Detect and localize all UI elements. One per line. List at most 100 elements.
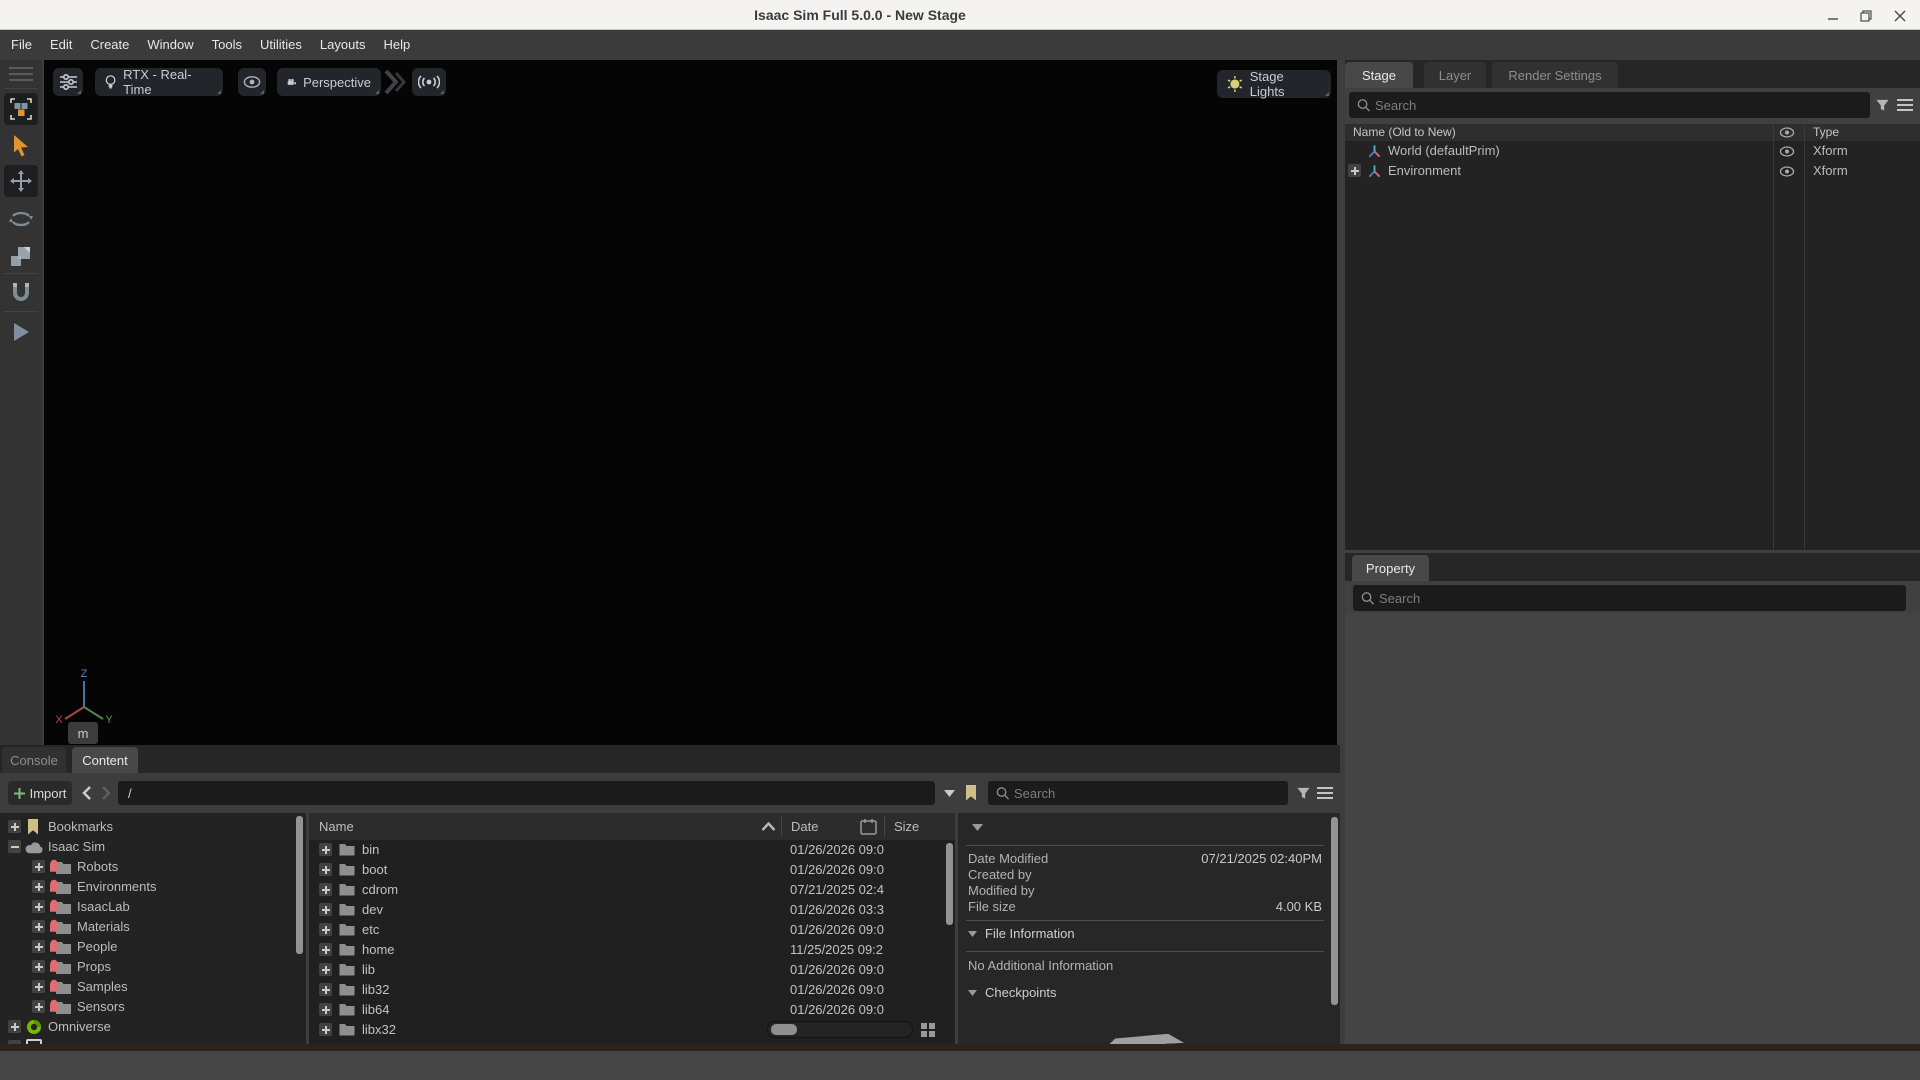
file-row-boot[interactable]: boot 01/26/2026 09:0 <box>309 860 955 880</box>
collapse-chevron-icon[interactable] <box>972 824 983 831</box>
forward-button[interactable] <box>98 783 114 803</box>
tab-content[interactable]: Content <box>72 747 138 773</box>
file-row-etc[interactable]: etc 01/26/2026 09:0 <box>309 920 955 940</box>
stage-options-button[interactable] <box>1896 96 1914 114</box>
minimize-button[interactable] <box>1823 8 1843 23</box>
checkpoints-section-header[interactable]: Checkpoints <box>968 985 1057 1000</box>
tree-item-materials[interactable]: Materials <box>0 917 306 937</box>
tree-item-people[interactable]: People <box>0 937 306 957</box>
file-row-cdrom[interactable]: cdrom 07/21/2025 02:4 <box>309 880 955 900</box>
tab-console[interactable]: Console <box>2 747 66 773</box>
units-button[interactable]: m <box>68 722 98 744</box>
tab-stage[interactable]: Stage <box>1345 62 1413 88</box>
prim-name[interactable]: World (defaultPrim) <box>1388 141 1500 161</box>
expand-icon[interactable] <box>32 1000 45 1013</box>
tree-item-environments[interactable]: Environments <box>0 877 306 897</box>
stage-row-world[interactable]: World (defaultPrim) Xform <box>1345 141 1920 161</box>
audio-button[interactable] <box>412 68 446 96</box>
tree-scrollbar[interactable] <box>296 816 303 954</box>
axis-gizmo[interactable]: Z X Y <box>54 668 114 724</box>
tab-property[interactable]: Property <box>1352 555 1429 581</box>
tree-item-partial[interactable] <box>0 1037 306 1044</box>
visibility-eye-icon[interactable] <box>1779 146 1795 157</box>
stage-filter-button[interactable] <box>1873 96 1891 114</box>
maximize-button[interactable] <box>1856 8 1876 23</box>
menu-utilities[interactable]: Utilities <box>251 30 311 60</box>
file-information-section-header[interactable]: File Information <box>968 926 1075 941</box>
tree-item-isaac-sim[interactable]: Isaac Sim <box>0 837 306 857</box>
close-button[interactable] <box>1890 8 1910 23</box>
expand-icon[interactable] <box>32 940 45 953</box>
viewport[interactable]: RTX - Real-Time Perspective <box>44 60 1337 745</box>
expand-icon[interactable] <box>319 903 332 916</box>
tree-item-bookmarks[interactable]: Bookmarks <box>0 817 306 837</box>
column-name[interactable]: Name <box>319 813 354 840</box>
tree-item-samples[interactable]: Samples <box>0 977 306 997</box>
details-scrollbar[interactable] <box>1331 817 1338 1005</box>
path-field[interactable] <box>118 781 935 805</box>
bookmark-button[interactable] <box>963 782 978 804</box>
stage-search-input[interactable] <box>1375 92 1866 118</box>
expand-icon[interactable] <box>32 880 45 893</box>
expand-icon[interactable] <box>8 820 21 833</box>
expand-icon[interactable] <box>32 960 45 973</box>
expand-icon[interactable] <box>319 883 332 896</box>
file-row-lib[interactable]: lib 01/26/2026 09:0 <box>309 960 955 980</box>
column-divider[interactable] <box>1804 124 1805 550</box>
content-search[interactable] <box>988 781 1288 805</box>
tree-item-sensors[interactable]: Sensors <box>0 997 306 1017</box>
prim-name[interactable]: Environment <box>1388 161 1461 181</box>
horizontal-scrollbar-thumb[interactable] <box>771 1024 797 1035</box>
snap-tool-button[interactable] <box>4 276 38 308</box>
menu-tools[interactable]: Tools <box>203 30 251 60</box>
menu-file[interactable]: File <box>2 30 41 60</box>
viewport-settings-button[interactable] <box>53 68 83 96</box>
property-search[interactable] <box>1353 585 1906 611</box>
expand-icon[interactable] <box>319 923 332 936</box>
file-row-lib32[interactable]: lib32 01/26/2026 09:0 <box>309 980 955 1000</box>
menu-layouts[interactable]: Layouts <box>311 30 375 60</box>
import-button[interactable]: Import <box>8 781 72 805</box>
visibility-eye-icon[interactable] <box>1779 166 1795 177</box>
path-input[interactable] <box>128 781 931 805</box>
file-row-home[interactable]: home 11/25/2025 09:2 <box>309 940 955 960</box>
tree-item-isaaclab[interactable]: IsaacLab <box>0 897 306 917</box>
scale-tool-button[interactable] <box>4 240 38 272</box>
path-dropdown-button[interactable] <box>941 783 958 803</box>
expand-icon[interactable] <box>32 980 45 993</box>
menu-window[interactable]: Window <box>138 30 202 60</box>
tree-item-props[interactable]: Props <box>0 957 306 977</box>
rotate-tool-button[interactable] <box>4 203 38 235</box>
column-divider[interactable] <box>1773 124 1774 550</box>
file-row-dev[interactable]: dev 01/26/2026 03:3 <box>309 900 955 920</box>
property-search-input[interactable] <box>1379 585 1902 611</box>
tab-layer[interactable]: Layer <box>1424 62 1486 88</box>
back-button[interactable] <box>78 783 94 803</box>
file-row-bin[interactable]: bin 01/26/2026 09:0 <box>309 840 955 860</box>
expand-icon[interactable] <box>319 983 332 996</box>
expand-icon[interactable] <box>1348 164 1361 177</box>
visibility-button[interactable] <box>238 68 266 96</box>
file-row-lib64[interactable]: lib64 01/26/2026 09:0 <box>309 1000 955 1020</box>
tree-item-omniverse[interactable]: Omniverse <box>0 1017 306 1037</box>
expand-icon[interactable] <box>319 1023 332 1036</box>
stage-search[interactable] <box>1349 92 1870 118</box>
visibility-column-eye-icon[interactable] <box>1779 127 1795 138</box>
stage-lights-button[interactable]: Stage Lights <box>1217 70 1331 98</box>
file-list-header[interactable]: Name Date Size <box>309 813 955 840</box>
menu-edit[interactable]: Edit <box>41 30 81 60</box>
expand-icon[interactable] <box>319 963 332 976</box>
expand-icon[interactable] <box>319 843 332 856</box>
camera-button[interactable]: Perspective <box>277 68 381 96</box>
select-tool-button[interactable] <box>4 130 38 162</box>
grid-view-button[interactable] <box>917 1021 939 1038</box>
content-options-button[interactable] <box>1316 786 1334 800</box>
tab-render-settings[interactable]: Render Settings <box>1492 62 1618 88</box>
column-date[interactable]: Date <box>791 813 818 840</box>
calendar-icon[interactable] <box>860 818 877 835</box>
expand-icon[interactable] <box>32 900 45 913</box>
selection-mode-button[interactable] <box>4 93 38 125</box>
content-filter-button[interactable] <box>1294 784 1312 802</box>
play-button[interactable] <box>4 316 38 348</box>
expand-icon[interactable] <box>319 943 332 956</box>
